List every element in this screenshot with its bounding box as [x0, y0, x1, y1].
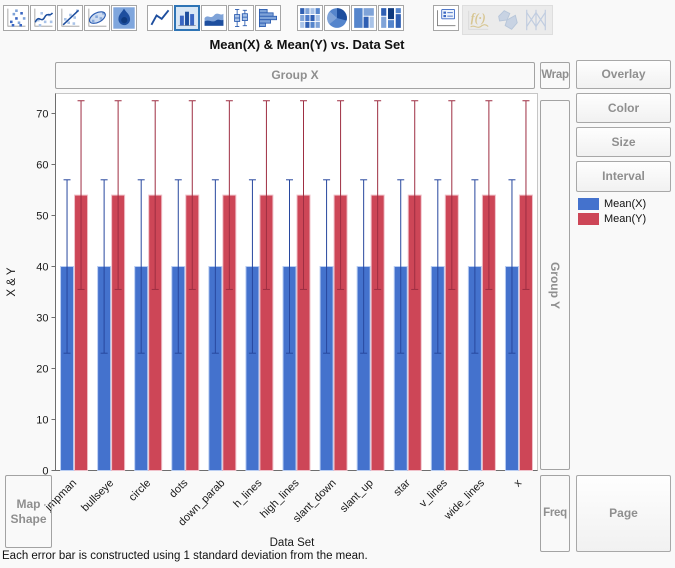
x-tick-label: wide_lines	[441, 477, 487, 523]
x-tick-label: slant_up	[338, 477, 376, 515]
drop-zone-interval[interactable]: Interval	[576, 161, 671, 192]
chart-title: Mean(X) & Mean(Y) vs. Data Set	[0, 37, 614, 52]
drop-zone-group-x[interactable]: Group X	[55, 62, 535, 89]
graph-type-line-icon[interactable]	[147, 5, 173, 31]
x-tick-label: circle	[127, 477, 154, 504]
legend-label: Mean(Y)	[604, 213, 646, 225]
error-bar-note: Each error bar is constructed using 1 st…	[2, 550, 368, 562]
graph-type-heatmap-icon[interactable]	[297, 5, 323, 31]
y-tick-label: 40	[36, 262, 48, 274]
legend-item: Mean(Y)	[578, 213, 646, 225]
disabled-tool-group: f(·)	[462, 5, 553, 35]
graph-type-map-shapes-icon	[493, 7, 521, 33]
drop-zone-color[interactable]: Color	[576, 93, 671, 123]
y-tick-label: 70	[36, 109, 48, 121]
graph-type-line-of-fit-icon[interactable]	[57, 5, 83, 31]
drop-zone-page[interactable]: Page	[576, 475, 671, 552]
drop-zone-size[interactable]: Size	[576, 127, 671, 157]
graph-type-caption-box-icon[interactable]	[433, 5, 459, 31]
drop-zone-freq[interactable]: Freq	[540, 475, 570, 552]
x-axis-title: Data Set	[270, 537, 316, 549]
y-tick-label: 60	[36, 160, 48, 172]
legend-swatch-0[interactable]	[578, 198, 599, 210]
x-tick-label: bullseye	[79, 477, 116, 514]
y-tick-label: 20	[36, 364, 48, 376]
x-tick-label: v_lines	[417, 477, 450, 510]
x-tick-label: h_lines	[231, 477, 264, 510]
drop-zone-group-y[interactable]: Group Y	[540, 100, 570, 470]
graph-type-area-icon[interactable]	[201, 5, 227, 31]
drop-zone-wrap[interactable]: Wrap	[540, 62, 570, 89]
legend-swatch-1[interactable]	[578, 213, 599, 225]
graph-type-ellipse-icon[interactable]	[84, 5, 110, 31]
x-tick-label: dots	[167, 477, 191, 501]
graph-type-points-icon[interactable]	[3, 5, 29, 31]
x-tick-label: star	[391, 477, 413, 499]
graph-type-mosaic-icon[interactable]	[378, 5, 404, 31]
graph-type-formula-icon: f(·)	[464, 7, 492, 33]
svg-text:f(·): f(·)	[471, 11, 486, 25]
drop-zone-map-shape[interactable]: Map Shape	[5, 475, 52, 548]
graph-type-box-plot-icon[interactable]	[228, 5, 254, 31]
graph-type-histogram-icon[interactable]	[255, 5, 281, 31]
y-tick-label: 50	[36, 211, 48, 223]
x-tick-label: x	[512, 477, 525, 490]
legend-item: Mean(X)	[578, 198, 646, 210]
y-axis-title: X & Y	[6, 267, 18, 297]
graph-type-pie-icon[interactable]	[324, 5, 350, 31]
legend-label: Mean(X)	[604, 198, 646, 210]
graph-type-toolbar: f(·)	[3, 5, 553, 35]
graph-type-contour-icon[interactable]	[111, 5, 137, 31]
y-tick-label: 10	[36, 415, 48, 427]
drop-zone-overlay[interactable]: Overlay	[576, 60, 671, 89]
graph-type-smoother-icon[interactable]	[30, 5, 56, 31]
legend: Mean(X) Mean(Y)	[578, 198, 646, 228]
graph-type-bar-icon[interactable]	[174, 5, 200, 31]
y-tick-label: 30	[36, 313, 48, 325]
graph-type-treemap-icon[interactable]	[351, 5, 377, 31]
graph-type-parallel-icon	[522, 7, 550, 33]
